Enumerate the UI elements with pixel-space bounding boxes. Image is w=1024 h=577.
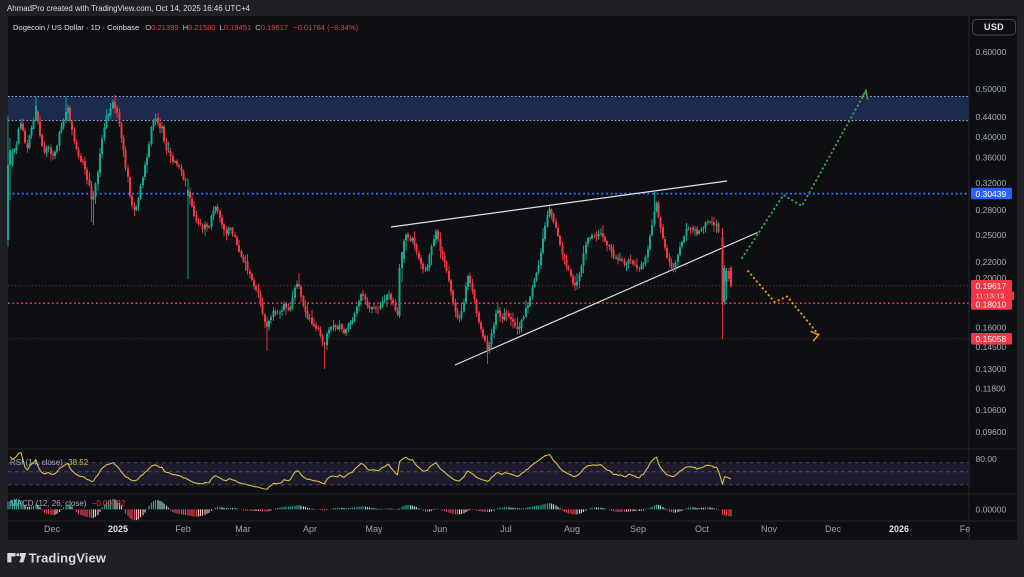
svg-text:0.18010: 0.18010 xyxy=(976,299,1007,309)
svg-text:Feb: Feb xyxy=(175,524,191,534)
svg-text:0.32000: 0.32000 xyxy=(976,178,1007,188)
svg-text:0.11800: 0.11800 xyxy=(976,384,1006,394)
svg-text:2025: 2025 xyxy=(108,524,128,534)
svg-text:Dogecoin / US Dollar · 1D · Co: Dogecoin / US Dollar · 1D · CoinbaseO0.2… xyxy=(13,23,359,32)
svg-text:USD: USD xyxy=(984,22,1004,32)
svg-text:0.22000: 0.22000 xyxy=(976,257,1007,267)
svg-text:AhmadPro created with TradingV: AhmadPro created with TradingView.com, O… xyxy=(7,4,251,13)
svg-text:2026: 2026 xyxy=(889,524,909,534)
svg-text:Jul: Jul xyxy=(500,524,512,534)
svg-text:0.09600: 0.09600 xyxy=(976,427,1007,437)
svg-text:Jun: Jun xyxy=(433,524,448,534)
svg-text:May: May xyxy=(365,524,383,534)
svg-text:MACD (12, 26, close) −0.00592: MACD (12, 26, close) −0.00592 xyxy=(10,499,126,508)
svg-text:TradingView: TradingView xyxy=(29,550,107,565)
svg-text:Sep: Sep xyxy=(630,524,646,534)
svg-text:Oct: Oct xyxy=(695,524,710,534)
svg-text:Fe: Fe xyxy=(960,524,971,534)
svg-text:Aug: Aug xyxy=(564,524,580,534)
svg-text:0.15058: 0.15058 xyxy=(976,334,1007,344)
svg-text:0.50000: 0.50000 xyxy=(976,84,1007,94)
svg-text:0.36000: 0.36000 xyxy=(976,153,1007,163)
svg-text:0.00000: 0.00000 xyxy=(976,504,1007,514)
svg-text:0.44000: 0.44000 xyxy=(976,112,1007,122)
svg-text:Dec: Dec xyxy=(825,524,842,534)
svg-text:0.19617: 0.19617 xyxy=(976,281,1007,291)
svg-text:80.00: 80.00 xyxy=(976,454,998,464)
svg-text:0.28000: 0.28000 xyxy=(976,205,1007,215)
svg-text:0.40000: 0.40000 xyxy=(976,132,1007,142)
svg-text:0.10600: 0.10600 xyxy=(976,405,1007,415)
svg-text:Apr: Apr xyxy=(303,524,317,534)
svg-text:Dec: Dec xyxy=(44,524,61,534)
svg-text:0.13000: 0.13000 xyxy=(976,364,1007,374)
svg-text:Mar: Mar xyxy=(235,524,251,534)
svg-text:Nov: Nov xyxy=(761,524,778,534)
svg-text:0.25000: 0.25000 xyxy=(976,230,1007,240)
svg-text:RSI (14, close) 38.52: RSI (14, close) 38.52 xyxy=(10,458,89,467)
svg-text:0.30439: 0.30439 xyxy=(976,189,1007,199)
svg-text:0.60000: 0.60000 xyxy=(976,47,1007,57)
svg-text:0.16000: 0.16000 xyxy=(976,323,1007,333)
